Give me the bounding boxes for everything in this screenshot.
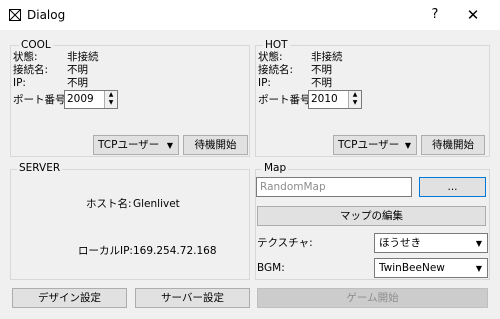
window-title: Dialog — [27, 8, 66, 22]
spin-up-icon[interactable]: ▲ — [349, 91, 361, 99]
hot-ip-label: IP: — [258, 77, 271, 89]
host-name-label: ホスト名: — [86, 198, 132, 210]
cool-name-value: 不明 — [67, 64, 88, 76]
cool-user-select-value: TCPユーザー — [98, 139, 160, 151]
cool-name-label: 接続名: — [13, 64, 49, 76]
cool-wait-button[interactable]: 待機開始 — [183, 135, 248, 155]
close-button[interactable]: ✕ — [460, 5, 486, 25]
hot-port-spinner[interactable]: 2010 ▲ ▼ — [308, 90, 362, 109]
chevron-down-icon: ▼ — [166, 141, 173, 150]
texture-select[interactable]: ほうせき ▼ — [374, 233, 488, 253]
hot-status-value: 非接続 — [311, 51, 343, 63]
texture-select-value: ほうせき — [379, 237, 421, 249]
map-name-input[interactable]: RandomMap — [256, 177, 412, 197]
cool-ip-value: 不明 — [67, 77, 88, 89]
cool-port-value[interactable]: 2009 — [67, 93, 94, 106]
help-button[interactable]: ? — [424, 5, 446, 25]
server-settings-button[interactable]: サーバー設定 — [135, 288, 250, 308]
bgm-label: BGM: — [257, 262, 285, 274]
spin-up-icon[interactable]: ▲ — [105, 91, 117, 99]
chevron-down-icon: ▼ — [475, 239, 482, 248]
hot-group-label: HOT — [263, 39, 290, 51]
cool-group-label: COOL — [19, 39, 53, 51]
server-group — [10, 169, 250, 280]
design-settings-button[interactable]: デザイン設定 — [12, 288, 127, 308]
cool-port-label: ポート番号: — [13, 94, 70, 106]
chevron-down-icon: ▼ — [404, 141, 411, 150]
hot-status-label: 状態: — [258, 51, 283, 63]
map-edit-button[interactable]: マップの編集 — [257, 206, 486, 226]
local-ip-value: 169.254.72.168 — [133, 245, 217, 257]
bgm-select[interactable]: TwinBeeNew ▼ — [374, 258, 488, 278]
local-ip-label: ローカルIP: — [78, 245, 133, 257]
hot-name-value: 不明 — [311, 64, 332, 76]
hot-port-label: ポート番号: — [258, 94, 315, 106]
map-name-placeholder: RandomMap — [260, 181, 326, 193]
hot-wait-button[interactable]: 待機開始 — [421, 135, 485, 155]
map-group-label: Map — [262, 162, 289, 174]
hot-port-value[interactable]: 2010 — [311, 93, 338, 106]
cool-port-spinner[interactable]: 2009 ▲ ▼ — [64, 90, 118, 109]
bgm-select-value: TwinBeeNew — [379, 262, 445, 274]
start-game-button[interactable]: ゲーム開始 — [257, 288, 488, 308]
spin-down-icon[interactable]: ▼ — [349, 99, 361, 107]
hot-ip-value: 不明 — [311, 77, 332, 89]
texture-label: テクスチャ: — [257, 237, 313, 249]
cool-user-select[interactable]: TCPユーザー ▼ — [93, 135, 179, 155]
cool-ip-label: IP: — [13, 77, 26, 89]
hot-user-select-value: TCPユーザー — [338, 139, 400, 151]
host-name-value: Glenlivet — [133, 198, 180, 210]
spin-down-icon[interactable]: ▼ — [105, 99, 117, 107]
chevron-down-icon: ▼ — [475, 264, 482, 273]
dialog-icon — [9, 9, 21, 21]
hot-user-select[interactable]: TCPユーザー ▼ — [333, 135, 417, 155]
hot-name-label: 接続名: — [258, 64, 294, 76]
cool-status-value: 非接続 — [67, 51, 99, 63]
server-group-label: SERVER — [17, 162, 63, 174]
cool-status-label: 状態: — [13, 51, 38, 63]
map-browse-button[interactable]: ... — [419, 177, 486, 197]
